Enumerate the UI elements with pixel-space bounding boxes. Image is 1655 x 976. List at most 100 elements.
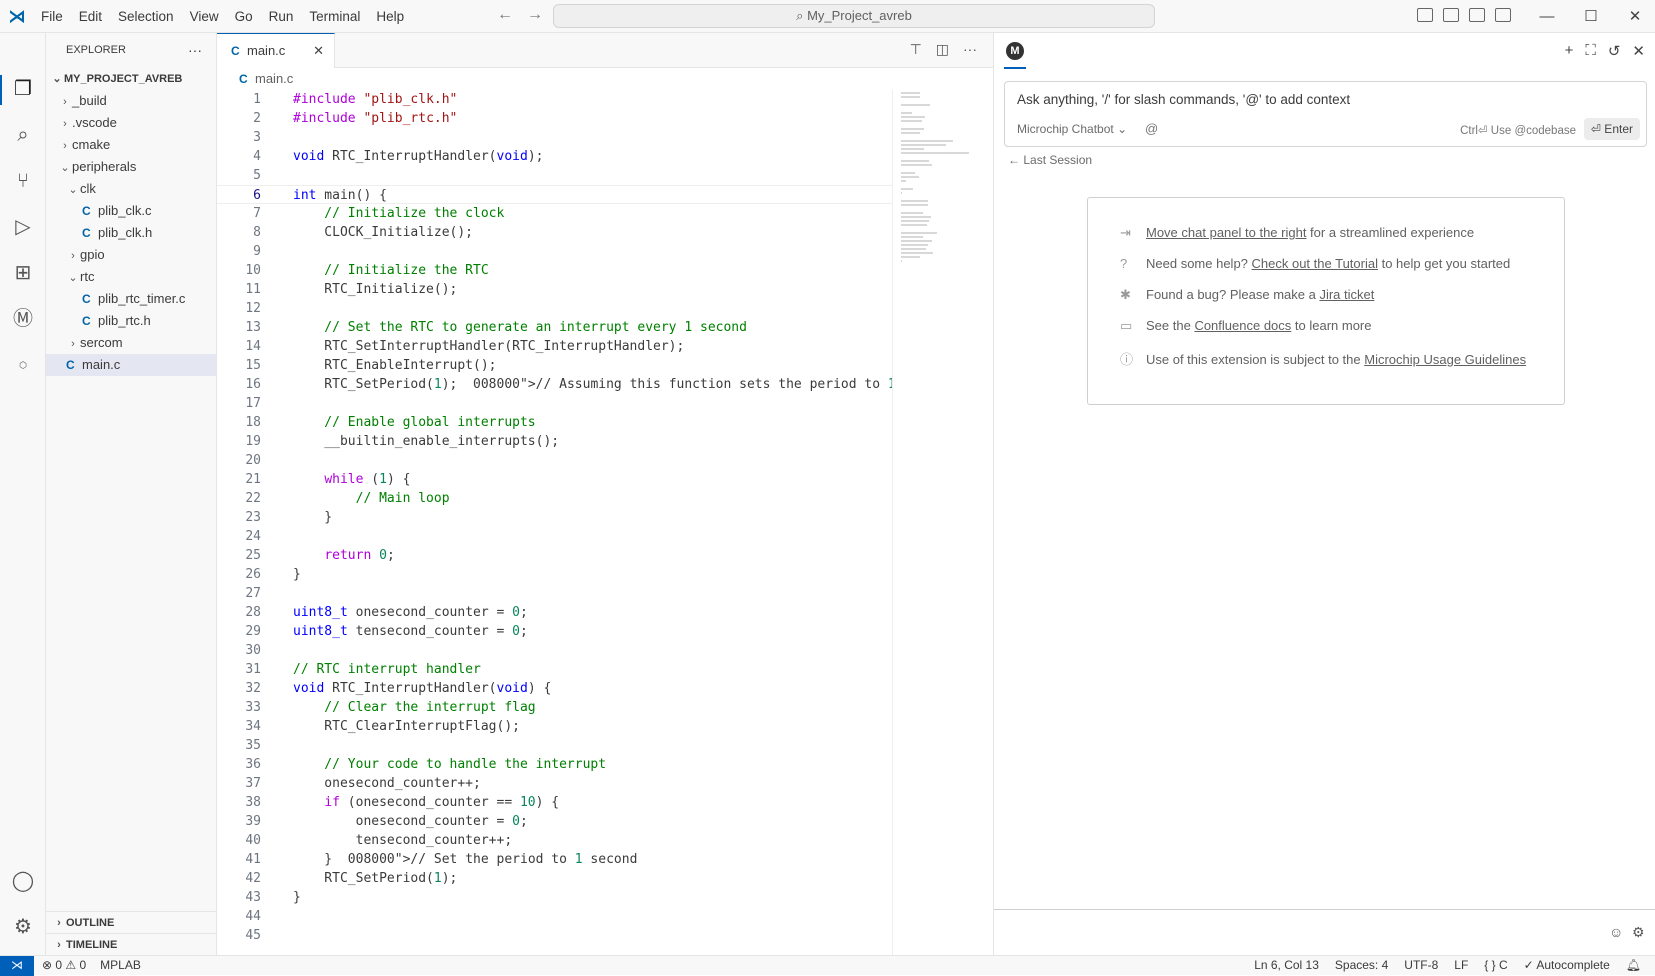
- code-line[interactable]: 10 // Initialize the RTC: [217, 261, 892, 280]
- code-line[interactable]: 15 RTC_EnableInterrupt();: [217, 356, 892, 375]
- code-line[interactable]: 20: [217, 451, 892, 470]
- code-line[interactable]: 21 while (1) {: [217, 470, 892, 489]
- mplab-icon[interactable]: ⬡: [9, 351, 37, 379]
- folder-item[interactable]: › _build: [46, 90, 216, 112]
- maximize-icon[interactable]: ☐: [1569, 0, 1613, 33]
- code-line[interactable]: 29 uint8_t tensecond_counter = 0;: [217, 622, 892, 641]
- settings-icon[interactable]: ⚙: [9, 913, 37, 941]
- tab-main-c[interactable]: Cmain.c ✕: [217, 33, 335, 68]
- last-session-link[interactable]: ← Last Session: [1008, 153, 1092, 167]
- autocomplete-status[interactable]: ✓ Autocomplete: [1524, 956, 1610, 975]
- tip-link[interactable]: Move chat panel to the right: [1146, 225, 1306, 240]
- folder-item[interactable]: › .vscode: [46, 112, 216, 134]
- file-item[interactable]: Cplib_rtc_timer.c: [46, 288, 216, 310]
- code-line[interactable]: 12: [217, 299, 892, 318]
- minimap[interactable]: [892, 90, 992, 955]
- code-line[interactable]: 30: [217, 641, 892, 660]
- more-actions-icon[interactable]: ···: [963, 41, 977, 58]
- toggle-panel-icon[interactable]: [1469, 8, 1485, 22]
- code-line[interactable]: 40 tensecond_counter++;: [217, 831, 892, 850]
- code-line[interactable]: 13 // Set the RTC to generate an interru…: [217, 318, 892, 337]
- folder-item[interactable]: ⌄ rtc: [46, 266, 216, 288]
- code-line[interactable]: 44: [217, 907, 892, 926]
- code-line[interactable]: 8 CLOCK_Initialize();: [217, 223, 892, 242]
- menu-item-go[interactable]: Go: [227, 0, 261, 33]
- settings-icon[interactable]: ⚙: [1632, 924, 1645, 941]
- fullscreen-icon[interactable]: ⛶: [1585, 42, 1596, 60]
- minimize-icon[interactable]: —: [1525, 0, 1569, 33]
- forward-arrow-icon[interactable]: →: [527, 6, 543, 24]
- code-line[interactable]: 34 RTC_ClearInterruptFlag();: [217, 717, 892, 736]
- folder-item[interactable]: ⌄ clk: [46, 178, 216, 200]
- code-line[interactable]: 33 // Clear the interrupt flag: [217, 698, 892, 717]
- code-line[interactable]: 1 #include "plib_clk.h": [217, 90, 892, 109]
- new-chat-icon[interactable]: +: [1565, 42, 1574, 60]
- code-line[interactable]: 9: [217, 242, 892, 261]
- tip-link[interactable]: Confluence docs: [1194, 318, 1291, 333]
- tip-link[interactable]: Jira ticket: [1319, 287, 1374, 302]
- code-line[interactable]: 43}: [217, 888, 892, 907]
- code-line[interactable]: 36 // Your code to handle the interrupt: [217, 755, 892, 774]
- folder-item[interactable]: › cmake: [46, 134, 216, 156]
- problems-indicator[interactable]: ⊗ 0 ⚠ 0: [42, 956, 86, 975]
- search-icon[interactable]: ⌕: [9, 121, 37, 149]
- code-line[interactable]: 7 // Initialize the clock: [217, 204, 892, 223]
- tip-link[interactable]: Check out the Tutorial: [1252, 256, 1378, 271]
- code-line[interactable]: 45: [217, 926, 892, 945]
- project-root[interactable]: ⌄ MY_PROJECT_AVREB: [46, 68, 216, 90]
- code-line[interactable]: 27: [217, 584, 892, 603]
- remote-icon[interactable]: ⋊: [0, 956, 34, 976]
- menu-item-terminal[interactable]: Terminal: [301, 0, 368, 33]
- menu-item-help[interactable]: Help: [368, 0, 412, 33]
- code-line[interactable]: 11 RTC_Initialize();: [217, 280, 892, 299]
- code-line[interactable]: 35: [217, 736, 892, 755]
- account-icon[interactable]: ◯: [9, 867, 37, 895]
- cursor-position[interactable]: Ln 6, Col 13: [1254, 956, 1319, 975]
- customize-layout-icon[interactable]: [1417, 8, 1433, 22]
- chat-input[interactable]: Ask anything, '/' for slash commands, '@…: [1004, 81, 1647, 147]
- code-line[interactable]: 6 int main() {: [217, 185, 892, 204]
- explorer-icon[interactable]: ❐: [9, 75, 37, 103]
- code-line[interactable]: 23 }: [217, 508, 892, 527]
- command-center-search[interactable]: ⌕ My_Project_avreb: [553, 4, 1155, 28]
- end-of-line[interactable]: LF: [1454, 956, 1468, 975]
- code-line[interactable]: 17: [217, 394, 892, 413]
- more-actions-icon[interactable]: ···: [188, 33, 202, 68]
- encoding[interactable]: UTF-8: [1404, 956, 1438, 975]
- code-line[interactable]: 42 RTC_SetPeriod(1);: [217, 869, 892, 888]
- timeline-section[interactable]: › TIMELINE: [46, 933, 217, 955]
- mplab-status[interactable]: MPLAB: [100, 956, 141, 975]
- menu-item-edit[interactable]: Edit: [71, 0, 110, 33]
- toggle-primary-sidebar-icon[interactable]: [1443, 8, 1459, 22]
- code-line[interactable]: 25 return 0;: [217, 546, 892, 565]
- code-line[interactable]: 3: [217, 128, 892, 147]
- file-item[interactable]: Cplib_clk.c: [46, 200, 216, 222]
- outline-section[interactable]: › OUTLINE: [46, 911, 217, 933]
- feedback-icon[interactable]: ☺: [1609, 924, 1623, 940]
- indentation[interactable]: Spaces: 4: [1335, 956, 1388, 975]
- code-line[interactable]: 5: [217, 166, 892, 185]
- code-line[interactable]: 2 #include "plib_rtc.h": [217, 109, 892, 128]
- menu-item-view[interactable]: View: [182, 0, 227, 33]
- close-window-icon[interactable]: ✕: [1613, 0, 1655, 33]
- code-line[interactable]: 16 RTC_SetPeriod(1); 008000">// Assuming…: [217, 375, 892, 394]
- microchip-logo-icon[interactable]: M: [1006, 42, 1024, 60]
- folder-item[interactable]: ⌄ peripherals: [46, 156, 216, 178]
- folder-item[interactable]: › gpio: [46, 244, 216, 266]
- back-arrow-icon[interactable]: ←: [497, 6, 513, 24]
- file-item[interactable]: Cmain.c: [46, 354, 216, 376]
- at-mention-icon[interactable]: @: [1145, 121, 1158, 136]
- extensions-icon[interactable]: ⊞: [9, 259, 37, 287]
- code-line[interactable]: 32 void RTC_InterruptHandler(void) {: [217, 679, 892, 698]
- close-tab-icon[interactable]: ✕: [313, 34, 324, 68]
- notifications-icon[interactable]: 🔔︎: [1626, 956, 1641, 975]
- code-line[interactable]: 22 // Main loop: [217, 489, 892, 508]
- code-line[interactable]: 31 // RTC interrupt handler: [217, 660, 892, 679]
- code-editor[interactable]: 1 #include "plib_clk.h" 2 #include "plib_rt…: [217, 90, 892, 955]
- code-line[interactable]: 26}: [217, 565, 892, 584]
- code-line[interactable]: 24: [217, 527, 892, 546]
- file-item[interactable]: Cplib_rtc.h: [46, 310, 216, 332]
- menu-item-selection[interactable]: Selection: [110, 0, 182, 33]
- code-line[interactable]: 39 onesecond_counter = 0;: [217, 812, 892, 831]
- run-debug-icon[interactable]: ▷: [9, 213, 37, 241]
